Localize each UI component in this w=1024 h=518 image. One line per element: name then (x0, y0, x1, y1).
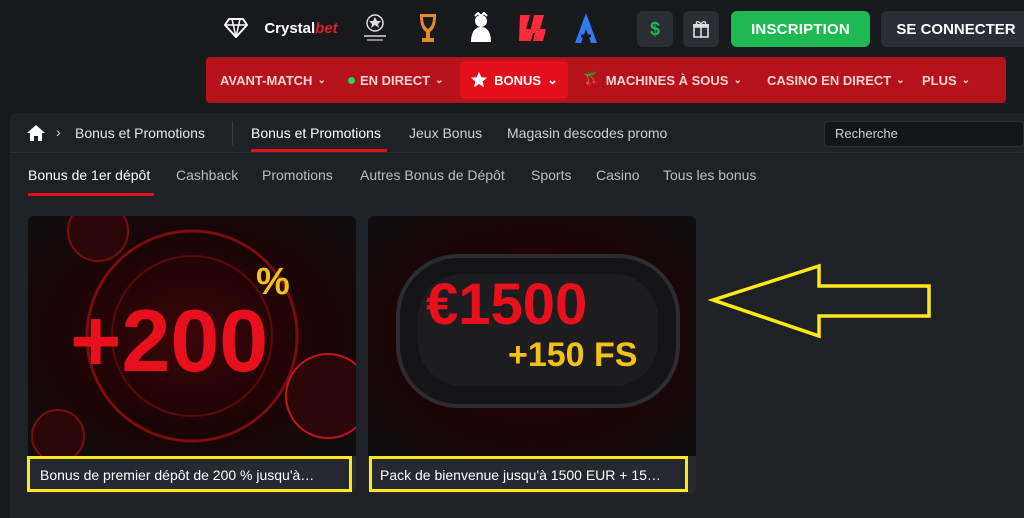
serie-a-icon[interactable] (570, 12, 602, 44)
login-button[interactable]: SE CONNECTER (881, 11, 1024, 47)
live-dot-icon (348, 76, 355, 84)
nav-item-avant-match[interactable]: AVANT-MATCH ⌄ (220, 57, 326, 103)
subtab-cashback[interactable]: Cashback (176, 167, 238, 183)
nav-label: MACHINES À SOUS (605, 72, 729, 88)
tab-jeux-bonus[interactable]: Jeux Bonus (409, 125, 482, 141)
chevron-down-icon: ⌄ (733, 74, 742, 86)
arrow-annotation-icon (707, 263, 931, 339)
chevron-down-icon: ⌄ (896, 74, 905, 86)
main-nav: AVANT-MATCH ⌄ EN DIRECT ⌄ BONUS ⌄ 🍒 MACHINE… (206, 57, 1006, 103)
home-icon[interactable] (26, 123, 46, 143)
active-subtab-indicator (28, 193, 154, 196)
card-image-text: +200 (70, 291, 268, 390)
top-bar: Crystalbet $ INSCRIPTION SE CONNECTER (0, 0, 1024, 56)
dollar-icon: $ (649, 18, 660, 39)
breadcrumb-current: Bonus et Promotions (75, 125, 205, 141)
bonus-category-tabs: Bonus de 1er dépôt Cashback Promotions A… (10, 153, 1024, 201)
subtab-casino[interactable]: Casino (596, 167, 640, 183)
highlight-box (27, 456, 352, 492)
deposit-button[interactable]: $ (637, 11, 673, 47)
card-image-suffix: % (256, 261, 290, 303)
nav-label: BONUS (494, 72, 542, 88)
highlight-box (369, 456, 688, 492)
nav-item-en-direct[interactable]: EN DIRECT ⌄ (348, 57, 443, 103)
nav-label: EN DIRECT (360, 72, 431, 88)
chevron-down-icon: ⌄ (961, 74, 971, 86)
crystal-league-link[interactable]: Crystalbet (262, 12, 340, 44)
divider (232, 121, 233, 145)
register-button[interactable]: INSCRIPTION (731, 11, 870, 47)
cherry-icon: 🍒 (582, 72, 601, 89)
nav-label: CASINO EN DIRECT (767, 72, 892, 88)
subtab-first-deposit[interactable]: Bonus de 1er dépôt (28, 167, 150, 183)
nav-item-casino-live[interactable]: CASINO EN DIRECT ⌄ (767, 57, 905, 103)
nav-label: AVANT-MATCH (220, 72, 313, 88)
chevron-down-icon: ⌄ (547, 72, 558, 87)
breadcrumb: › Bonus et Promotions Bonus et Promotion… (10, 113, 1024, 153)
active-tab-indicator (251, 149, 387, 152)
nav-item-bonus[interactable]: BONUS ⌄ (460, 61, 568, 99)
card-image-sub: +150 FS (508, 336, 637, 374)
gift-icon (693, 21, 709, 38)
search-input[interactable]: Recherche (824, 121, 1024, 147)
card-image-text: €1500 (426, 272, 587, 337)
diamond-icon[interactable] (222, 12, 250, 44)
nav-label: PLUS (922, 72, 957, 88)
chevron-down-icon: ⌄ (317, 74, 326, 86)
subtab-sports[interactable]: Sports (531, 167, 571, 183)
tab-bonus-promotions[interactable]: Bonus et Promotions (251, 125, 381, 141)
tab-promo-store[interactable]: Magasin descodes promo (507, 125, 667, 141)
chevron-right-icon: › (56, 124, 61, 140)
subtab-all-bonuses[interactable]: Tous les bonus (663, 167, 756, 183)
star-icon (470, 71, 488, 88)
premier-league-icon[interactable] (464, 12, 498, 44)
bonus-card[interactable]: €1500 +150 FS Pack de bienvenue jusqu'à … (368, 216, 696, 494)
bonus-card-image: €1500 +150 FS (368, 216, 696, 456)
gift-button[interactable] (683, 11, 719, 47)
subtab-other-deposit[interactable]: Autres Bonus de Dépôt (360, 167, 505, 183)
laliga-icon[interactable] (514, 12, 550, 44)
bonus-card[interactable]: +200 % Bonus de premier dépôt de 200 % j… (28, 216, 356, 494)
nav-item-plus[interactable]: PLUS ⌄ (922, 57, 970, 103)
nav-item-machines[interactable]: 🍒 MACHINES À SOUS ⌄ (582, 57, 742, 103)
champions-league-icon[interactable] (354, 12, 396, 44)
bonus-card-image: +200 % (28, 216, 356, 463)
subtab-promotions[interactable]: Promotions (262, 167, 333, 183)
chevron-down-icon: ⌄ (435, 74, 444, 86)
europa-league-icon[interactable] (410, 12, 446, 44)
